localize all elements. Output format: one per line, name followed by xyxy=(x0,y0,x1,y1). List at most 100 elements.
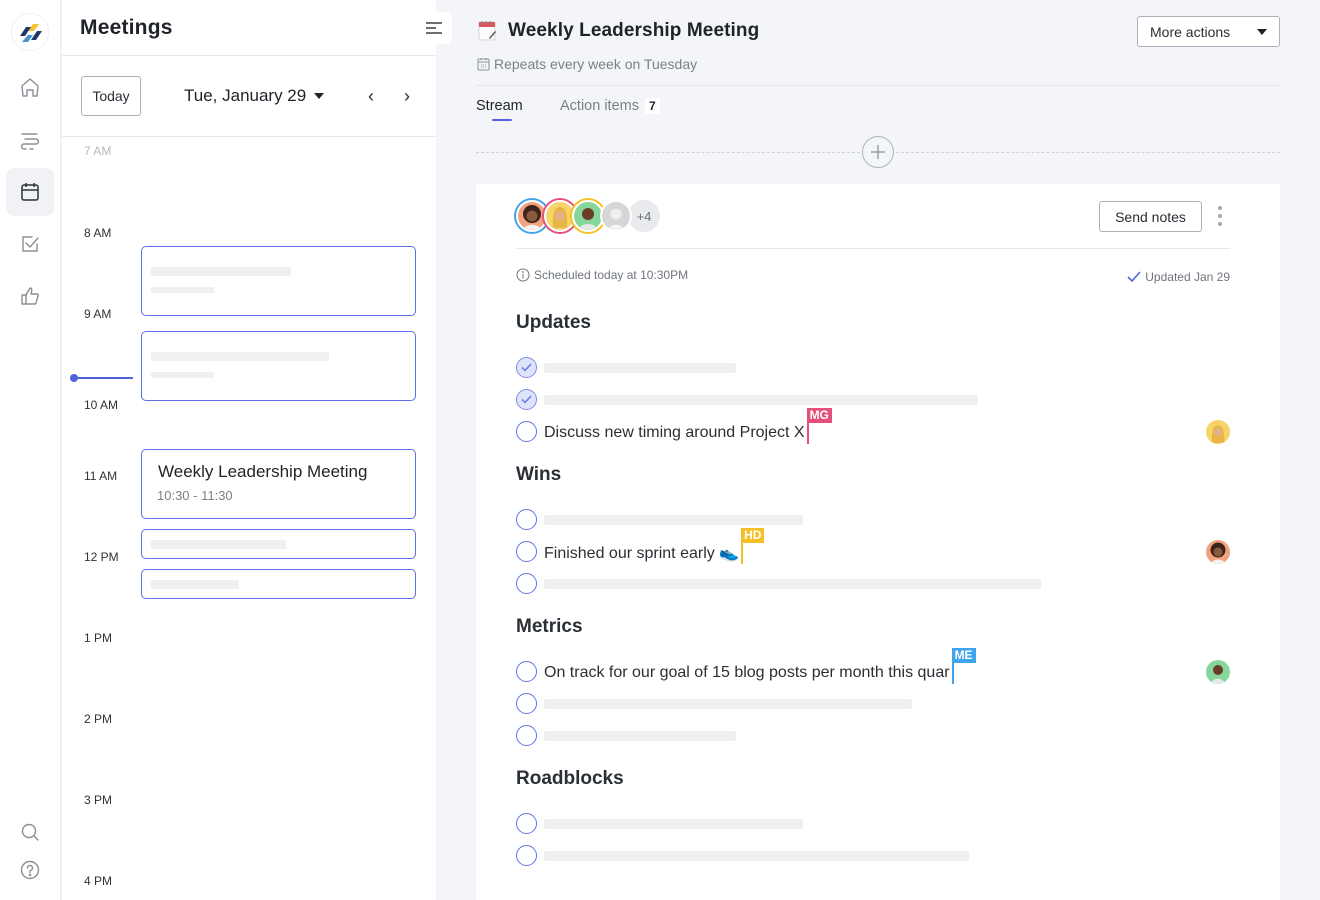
divider-dotted xyxy=(896,152,1280,153)
caret-down-icon xyxy=(1257,28,1267,35)
meeting-title: Weekly Leadership Meeting xyxy=(508,20,760,41)
hour-label: 7 AM xyxy=(84,144,112,158)
hour-label: 10 AM xyxy=(84,398,119,412)
collaborator-tag: ME xyxy=(951,648,976,663)
more-actions-dropdown[interactable]: More actions xyxy=(1137,16,1280,47)
assignee-avatar[interactable] xyxy=(1206,420,1230,444)
item-text[interactable]: Discuss new timing around Project X MG xyxy=(544,408,832,444)
list-item xyxy=(516,389,1230,411)
calendar-event[interactable] xyxy=(141,331,416,401)
item-text-content: On track for our goal of 15 blog posts p… xyxy=(544,664,950,681)
menu-collapse-icon xyxy=(426,22,442,34)
avatar[interactable] xyxy=(600,200,632,232)
assignee-avatar[interactable] xyxy=(1206,540,1230,564)
skeleton-line xyxy=(544,851,969,861)
hour-label: 4 PM xyxy=(84,874,113,888)
checkbox-checked[interactable] xyxy=(516,389,537,410)
rail-item-feedback[interactable] xyxy=(6,272,54,320)
more-attendees-count[interactable]: +4 xyxy=(628,200,660,232)
rail-item-home[interactable] xyxy=(6,64,54,112)
item-text[interactable]: Finished our sprint early 👟 HD xyxy=(544,528,765,564)
event-title: Weekly Leadership Meeting xyxy=(158,462,368,481)
rail-item-help[interactable] xyxy=(6,846,54,894)
calendar-event-selected[interactable]: Weekly Leadership Meeting 10:30 - 11:30 xyxy=(141,449,416,519)
checkbox[interactable] xyxy=(516,813,537,834)
meeting-notes-card: +4 Send notes Scheduled today at 10:30PM… xyxy=(476,184,1280,900)
checkbox[interactable] xyxy=(516,509,537,530)
prev-day-button[interactable]: ‹ xyxy=(361,86,381,107)
skeleton-line xyxy=(151,352,329,361)
logo-icon xyxy=(20,24,42,42)
skeleton-line xyxy=(151,372,214,378)
calendar-event[interactable] xyxy=(141,569,416,599)
checkbox[interactable] xyxy=(516,693,537,714)
list-item xyxy=(516,573,1230,595)
assignee-avatar[interactable] xyxy=(1206,660,1230,684)
date-picker[interactable]: Tue, January 29 xyxy=(184,86,325,106)
rail-item-tasks[interactable] xyxy=(6,220,54,268)
checkmark-icon xyxy=(521,363,532,372)
hour-label: 9 AM xyxy=(84,307,112,321)
skeleton-line xyxy=(544,579,1041,589)
checkbox-icon xyxy=(22,236,39,252)
collaborator-cursor: ME xyxy=(951,648,976,684)
date-divider xyxy=(62,136,436,137)
date-label: Tue, January 29 xyxy=(184,86,307,105)
tab-action-items[interactable]: Action items 7 xyxy=(560,98,660,114)
tab-stream[interactable]: Stream xyxy=(476,98,523,114)
item-text-content: Finished our sprint early 👟 xyxy=(544,545,740,562)
person-avatar-icon xyxy=(523,205,541,230)
checkmark-icon xyxy=(521,395,532,404)
next-day-button[interactable]: › xyxy=(397,86,417,107)
recurrence-info: Repeats every week on Tuesday xyxy=(477,56,697,72)
more-options-icon[interactable] xyxy=(1214,204,1226,228)
event-time: 10:30 - 11:30 xyxy=(157,488,233,503)
updated-info: Updated Jan 29 xyxy=(1127,270,1230,284)
rail-item-streams[interactable] xyxy=(6,116,54,164)
checkbox-checked[interactable] xyxy=(516,357,537,378)
section-title-wins: Wins xyxy=(516,464,562,485)
collaborator-tag: HD xyxy=(741,528,765,543)
skeleton-line xyxy=(544,731,736,741)
plus-icon xyxy=(871,145,885,159)
search-icon xyxy=(21,823,39,841)
app-logo[interactable] xyxy=(11,13,49,51)
checkbox[interactable] xyxy=(516,725,537,746)
skeleton-line xyxy=(544,395,978,405)
active-tab-indicator xyxy=(492,119,512,121)
skeleton-line xyxy=(151,580,239,589)
checkbox[interactable] xyxy=(516,845,537,866)
checkmark-icon xyxy=(1127,271,1141,283)
rail-item-meetings[interactable] xyxy=(6,168,54,216)
header-divider xyxy=(476,85,1280,86)
checkbox[interactable] xyxy=(516,661,537,682)
add-note-button[interactable] xyxy=(862,136,894,168)
meeting-header: Weekly Leadership Meeting xyxy=(478,20,759,42)
schedule-info: Scheduled today at 10:30PM xyxy=(516,268,688,282)
checkbox[interactable] xyxy=(516,421,537,442)
checkbox[interactable] xyxy=(516,573,537,594)
calendar-event[interactable] xyxy=(141,529,416,559)
schedule-text: Scheduled today at 10:30PM xyxy=(534,268,689,282)
checkbox[interactable] xyxy=(516,541,537,562)
person-avatar-icon xyxy=(1211,425,1225,443)
today-button[interactable]: Today xyxy=(81,76,141,116)
list-item xyxy=(516,813,1230,835)
person-avatar-icon xyxy=(552,207,568,228)
collapse-panel-button[interactable] xyxy=(416,12,452,44)
person-avatar-icon xyxy=(579,208,597,230)
divider-dotted xyxy=(476,152,860,153)
list-item xyxy=(516,693,1230,715)
calendar-event[interactable] xyxy=(141,246,416,316)
recurrence-text: Repeats every week on Tuesday xyxy=(494,56,698,72)
section-title-updates: Updates xyxy=(516,312,591,333)
thumbs-up-icon xyxy=(21,287,39,305)
list-item xyxy=(516,509,1230,531)
item-text[interactable]: On track for our goal of 15 blog posts p… xyxy=(544,648,976,684)
skeleton-line xyxy=(544,699,912,709)
send-notes-button[interactable]: Send notes xyxy=(1099,201,1202,232)
person-avatar-icon xyxy=(608,208,624,230)
list-item: Discuss new timing around Project X MG xyxy=(516,408,1230,444)
hour-label: 2 PM xyxy=(84,712,113,726)
attendee-avatars[interactable]: +4 xyxy=(516,200,660,232)
